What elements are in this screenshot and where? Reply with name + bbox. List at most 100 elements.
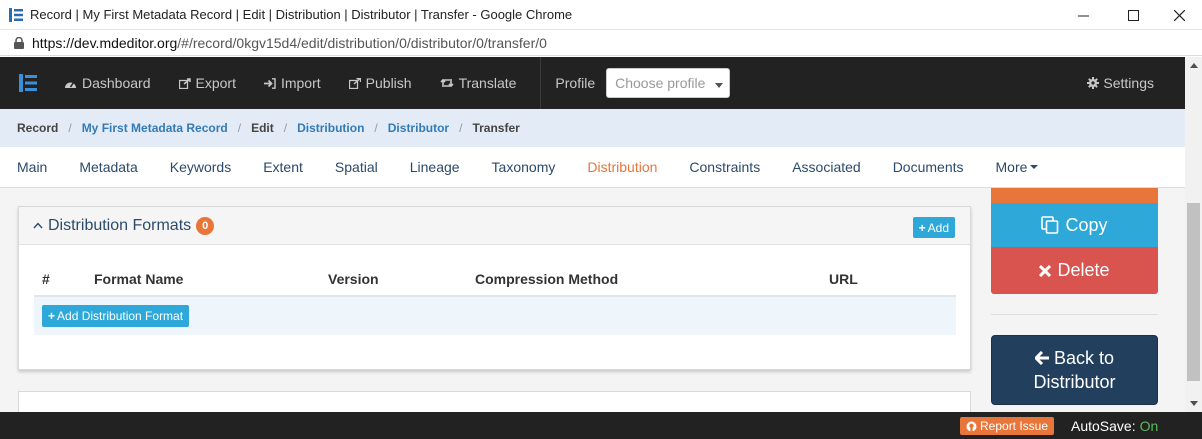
caret-down-icon bbox=[1030, 165, 1039, 169]
tab-lineage[interactable]: Lineage bbox=[410, 159, 460, 175]
tab-spatial[interactable]: Spatial bbox=[335, 159, 378, 175]
times-icon bbox=[1039, 264, 1052, 277]
arrow-left-icon bbox=[1034, 351, 1050, 365]
nav-translate[interactable]: Translate bbox=[426, 57, 531, 109]
nav-import-label: Import bbox=[280, 75, 321, 91]
breadcrumb-transfer: Transfer bbox=[472, 121, 520, 135]
chevron-down-icon bbox=[715, 75, 724, 91]
chevron-up-icon[interactable] bbox=[33, 222, 43, 229]
delete-button-label: Delete bbox=[1057, 260, 1110, 280]
panel-header[interactable]: Distribution Formats 0 + Add bbox=[19, 207, 970, 245]
count-badge: 0 bbox=[196, 216, 215, 235]
nav-export[interactable]: Export bbox=[165, 57, 250, 109]
plus-icon: + bbox=[918, 220, 926, 235]
copy-button-label: Copy bbox=[1065, 214, 1108, 235]
record-tabs: Main Metadata Keywords Extent Spatial Li… bbox=[0, 147, 1185, 188]
tab-main[interactable]: Main bbox=[17, 159, 47, 175]
panel-title: Distribution Formats bbox=[48, 216, 192, 234]
plus-icon: + bbox=[48, 309, 56, 323]
tab-keywords[interactable]: Keywords bbox=[170, 159, 231, 175]
breadcrumb-distributor[interactable]: Distributor bbox=[388, 121, 449, 135]
column-header-format-name: Format Name bbox=[94, 271, 184, 287]
column-header-url: URL bbox=[829, 271, 858, 287]
tab-associated[interactable]: Associated bbox=[792, 159, 860, 175]
nav-divider bbox=[540, 57, 542, 109]
address-bar[interactable]: https://dev.mdeditor.org/#/record/0kgv15… bbox=[0, 30, 1202, 56]
scroll-down-icon[interactable] bbox=[1185, 395, 1202, 412]
github-icon bbox=[966, 421, 977, 432]
tab-constraints[interactable]: Constraints bbox=[689, 159, 760, 175]
autosave-label: AutoSave: bbox=[1071, 417, 1136, 434]
tab-distribution[interactable]: Distribution bbox=[587, 159, 657, 175]
formats-table: # Format Name Version Compression Method… bbox=[34, 263, 956, 335]
app-navbar: Dashboard Export Import Publish Translat… bbox=[0, 57, 1185, 109]
nav-import[interactable]: Import bbox=[250, 57, 335, 109]
gear-icon bbox=[1087, 77, 1100, 89]
next-panel bbox=[18, 391, 971, 412]
add-button[interactable]: + Add bbox=[912, 217, 955, 238]
report-issue-button[interactable]: Report Issue bbox=[960, 417, 1055, 435]
autosave-status: On bbox=[1139, 417, 1159, 434]
scrollbar-thumb[interactable] bbox=[1187, 203, 1200, 381]
profile-select[interactable]: Choose profile bbox=[606, 68, 731, 98]
breadcrumb-separator: / bbox=[68, 121, 72, 135]
breadcrumb-record-title[interactable]: My First Metadata Record bbox=[82, 121, 228, 135]
retweet-icon bbox=[440, 78, 454, 88]
maximize-icon[interactable] bbox=[1110, 0, 1156, 30]
scroll-up-icon[interactable] bbox=[1185, 57, 1202, 74]
nav-dashboard[interactable]: Dashboard bbox=[50, 57, 165, 109]
back-button-label-line1: Back to bbox=[1053, 348, 1115, 368]
nav-publish-label: Publish bbox=[365, 75, 412, 91]
breadcrumb-distribution[interactable]: Distribution bbox=[297, 121, 364, 135]
sidebar-orange-button-edge[interactable] bbox=[991, 188, 1158, 203]
url-text[interactable]: https://dev.mdeditor.org/#/record/0kgv15… bbox=[32, 35, 547, 51]
copy-button[interactable]: Copy bbox=[991, 203, 1158, 247]
close-icon[interactable] bbox=[1156, 0, 1202, 30]
table-row: + Add Distribution Format bbox=[34, 297, 956, 335]
column-header-version: Version bbox=[328, 271, 379, 287]
profile-label: Profile bbox=[555, 75, 596, 91]
column-header-compression-method: Compression Method bbox=[475, 271, 619, 287]
autosave-toggle[interactable]: AutoSave: On bbox=[1071, 412, 1158, 439]
nav-dashboard-label: Dashboard bbox=[82, 75, 151, 91]
page-scrollbar[interactable] bbox=[1185, 57, 1202, 412]
app-footer: Report Issue AutoSave: On bbox=[0, 412, 1202, 439]
nav-settings[interactable]: Settings bbox=[1087, 57, 1154, 109]
tab-taxonomy[interactable]: Taxonomy bbox=[492, 159, 556, 175]
mdeditor-app-icon bbox=[8, 7, 24, 23]
nav-publish[interactable]: Publish bbox=[335, 57, 426, 109]
url-path: /#/record/0kgv15d4/edit/distribution/0/d… bbox=[177, 34, 547, 51]
delete-button[interactable]: Delete bbox=[991, 247, 1158, 294]
share-square-icon bbox=[178, 77, 191, 89]
sign-in-icon bbox=[263, 77, 276, 89]
back-button-line1: Back to bbox=[1034, 346, 1115, 370]
breadcrumb-separator: / bbox=[374, 121, 378, 135]
external-link-icon bbox=[348, 77, 361, 89]
back-to-distributor-button[interactable]: Back to Distributor bbox=[991, 335, 1158, 405]
profile-select-placeholder: Choose profile bbox=[615, 75, 706, 91]
report-issue-label: Report Issue bbox=[980, 419, 1049, 433]
nav-settings-label: Settings bbox=[1103, 75, 1154, 91]
tachometer-icon bbox=[64, 78, 77, 89]
minimize-icon[interactable] bbox=[1060, 0, 1106, 30]
breadcrumb-separator: / bbox=[459, 121, 463, 135]
main-content: Distribution Formats 0 + Add # Format Na… bbox=[0, 188, 1185, 412]
lock-icon bbox=[14, 36, 24, 49]
breadcrumb-separator: / bbox=[237, 121, 242, 135]
add-button-label: Add bbox=[927, 220, 949, 235]
sidebar-divider bbox=[991, 314, 1158, 315]
tab-more[interactable]: More bbox=[996, 159, 1039, 175]
add-distribution-format-button[interactable]: + Add Distribution Format bbox=[42, 305, 190, 327]
mdeditor-logo-icon[interactable] bbox=[6, 57, 50, 109]
tab-metadata[interactable]: Metadata bbox=[79, 159, 137, 175]
add-distribution-format-label: Add Distribution Format bbox=[57, 309, 184, 323]
tab-more-label: More bbox=[995, 159, 1028, 175]
breadcrumb: Record / My First Metadata Record / Edit… bbox=[0, 109, 1185, 147]
back-button-label-line2: Distributor bbox=[1033, 372, 1116, 392]
breadcrumb-record: Record bbox=[17, 121, 59, 135]
tab-documents[interactable]: Documents bbox=[893, 159, 964, 175]
nav-export-label: Export bbox=[195, 75, 236, 91]
window-title: Record | My First Metadata Record | Edit… bbox=[30, 7, 573, 22]
url-host: https://dev.mdeditor.org bbox=[32, 34, 178, 51]
tab-extent[interactable]: Extent bbox=[263, 159, 303, 175]
